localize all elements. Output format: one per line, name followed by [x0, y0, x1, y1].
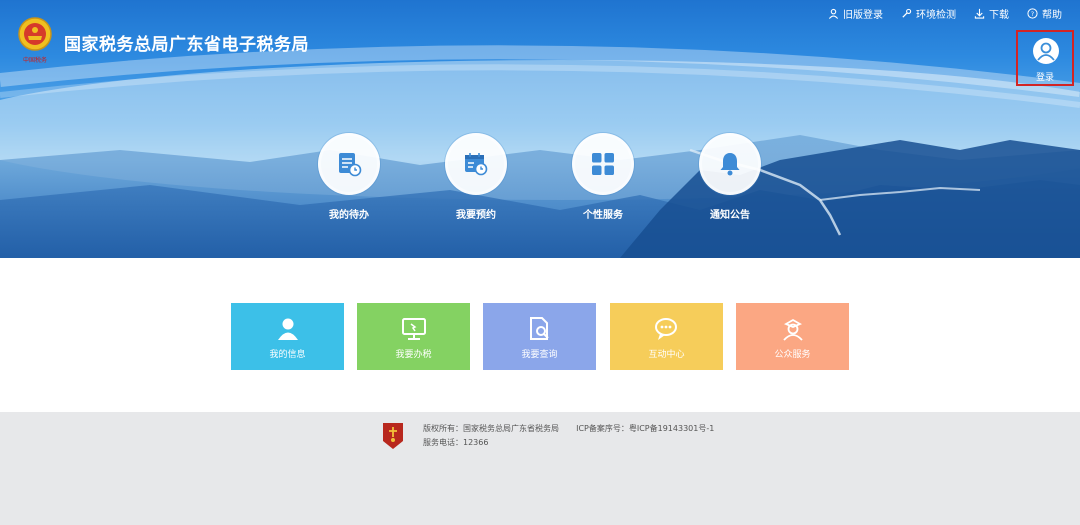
old-version-login-link[interactable]: 旧版登录	[828, 6, 883, 21]
old-version-login-label: 旧版登录	[843, 10, 883, 21]
tax-emblem-icon: 中国税务	[18, 17, 52, 64]
tile-label: 互动中心	[648, 350, 685, 360]
hero-banner: 中国税务 国家税务总局广东省电子税务局 旧版登录 环境检测 下载 ? 帮助 登录	[0, 0, 1080, 258]
wrench-icon	[902, 8, 912, 18]
monitor-icon	[401, 318, 426, 340]
todo-clock-icon	[339, 153, 362, 177]
environment-check-link[interactable]: 环境检测	[901, 6, 956, 21]
government-site-badge-icon[interactable]	[381, 421, 405, 451]
tile-interaction-center[interactable]: 互动中心	[610, 303, 723, 370]
search-document-icon	[529, 317, 549, 340]
help-link[interactable]: ? 帮助	[1027, 6, 1062, 21]
login-label: 登录	[1035, 73, 1054, 83]
svg-text:?: ?	[1031, 10, 1034, 18]
hero-item-personal-service[interactable]: 个性服务	[558, 133, 648, 221]
hero-item-appointment[interactable]: 我要预约	[431, 133, 521, 221]
grid-icon	[592, 153, 614, 175]
download-label: 下载	[989, 10, 1009, 21]
person-icon	[277, 318, 298, 340]
top-navigation: 旧版登录 环境检测 下载 ? 帮助	[828, 6, 1062, 21]
tile-label: 公众服务	[774, 350, 811, 360]
tile-do-tax[interactable]: 我要办税	[357, 303, 470, 370]
footer-icp[interactable]: ICP备案序号：粤ICP备19143301号-1	[576, 424, 714, 433]
bell-icon	[720, 153, 740, 176]
site-title: 国家税务总局广东省电子税务局	[64, 35, 309, 55]
login-button[interactable]: 登录	[1016, 30, 1074, 86]
tile-my-info[interactable]: 我的信息	[231, 303, 344, 370]
footer-phone: 服务电话：12366	[423, 438, 489, 447]
download-icon	[974, 8, 985, 19]
hero-item-notice[interactable]: 通知公告	[685, 133, 775, 221]
user-icon	[828, 8, 839, 19]
avatar-icon	[1033, 38, 1059, 64]
download-link[interactable]: 下载	[974, 6, 1009, 21]
hero-item-label: 我的待办	[329, 210, 369, 221]
hero-item-label: 个性服务	[583, 210, 623, 221]
help-label: 帮助	[1042, 10, 1062, 21]
svg-text:中国税务: 中国税务	[23, 56, 47, 64]
tile-query[interactable]: 我要查询	[483, 303, 596, 370]
tile-public-service[interactable]: 公众服务	[736, 303, 849, 370]
hero-item-label: 我要预约	[456, 210, 496, 221]
environment-check-label: 环境检测	[916, 10, 956, 21]
service-person-icon	[782, 318, 803, 341]
calendar-clock-icon	[465, 153, 488, 176]
hero-item-my-todo[interactable]: 我的待办	[304, 133, 394, 221]
chat-icon	[654, 318, 677, 340]
footer-copyright-line: 版权所有：国家税务总局广东省税务局 ICP备案序号：粤ICP备19143301号…	[423, 423, 714, 434]
hero-item-label: 通知公告	[710, 210, 750, 221]
footer-copyright: 版权所有：国家税务总局广东省税务局	[423, 424, 559, 433]
help-icon: ?	[1027, 8, 1038, 19]
tile-label: 我的信息	[269, 350, 306, 360]
tile-label: 我要查询	[521, 350, 558, 360]
tile-label: 我要办税	[395, 350, 432, 360]
